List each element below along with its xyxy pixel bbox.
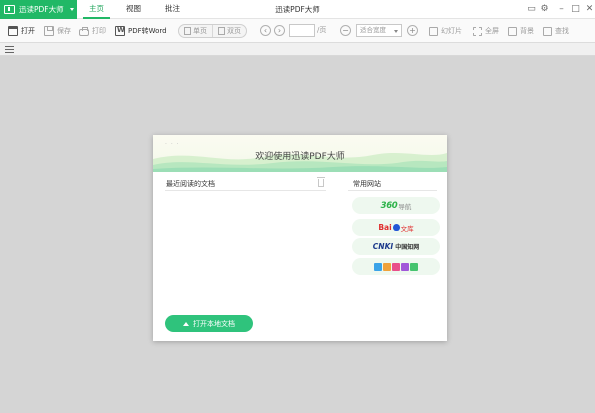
slideshow-label: 幻灯片 [441, 27, 462, 35]
recent-docs-label: 最近阅读的文档 [166, 180, 215, 188]
site-baidu-suffix: 文库 [400, 224, 414, 233]
find-button[interactable]: 查找 [543, 24, 569, 38]
app-logo-icon [4, 5, 15, 14]
open-local-label: 打开本地文档 [193, 319, 235, 328]
app-menu-button[interactable]: 迅读PDF大师 [0, 0, 77, 19]
trash-icon[interactable] [317, 177, 325, 187]
pdf-to-word-label: PDF转Word [128, 27, 167, 35]
divider [348, 190, 437, 191]
double-page-label: 双页 [227, 27, 241, 35]
open-label: 打开 [21, 27, 35, 35]
sidebar-strip [0, 43, 595, 56]
fullscreen-label: 全屏 [485, 27, 499, 35]
save-label: 保存 [57, 27, 71, 35]
tab-view[interactable]: 视图 [120, 0, 147, 19]
folder-open-icon [8, 26, 18, 36]
site-baidu-wenku[interactable]: Bai 文库 [352, 219, 440, 236]
chevron-down-icon [70, 8, 74, 11]
search-icon [543, 26, 552, 36]
double-page-button[interactable]: 双页 [212, 25, 246, 37]
menu-icon[interactable] [5, 46, 14, 53]
page-mode-group: 单页 双页 [178, 24, 247, 38]
minimize-icon[interactable]: – [557, 5, 566, 14]
print-label: 打印 [92, 27, 106, 35]
save-button[interactable]: 保存 [44, 24, 71, 38]
site-cnki-brand: CNKI [372, 242, 394, 251]
page-total: /页 [317, 26, 327, 34]
word-icon [115, 26, 125, 36]
toolbar: 打开 保存 打印 PDF转Word 单页 双页 ‹ › /页 − 适合宽度 + … [0, 19, 595, 43]
close-icon[interactable]: ✕ [585, 5, 594, 14]
site-cnki-suffix: 中国知网 [395, 244, 420, 251]
welcome-header: · · · 欢迎使用迅读PDF大师 [153, 135, 447, 172]
zoom-out-button[interactable]: − [340, 25, 351, 36]
next-page-button[interactable]: › [274, 25, 285, 36]
site-360-suffix: 导航 [398, 202, 412, 211]
site-tiles[interactable] [352, 258, 440, 275]
fullscreen-icon [473, 26, 482, 36]
common-sites-label: 常用网站 [353, 180, 381, 188]
single-page-icon [184, 27, 191, 35]
page-number-input[interactable] [289, 24, 315, 37]
tab-home[interactable]: 主页 [83, 0, 110, 19]
title-bar: 迅读PDF大师 主页 视图 批注 迅读PDF大师 ▭ ⚙ – □ ✕ [0, 0, 595, 19]
printer-icon [79, 26, 89, 36]
pdf-to-word-button[interactable]: PDF转Word [115, 24, 167, 38]
single-page-button[interactable]: 单页 [179, 25, 212, 37]
gear-icon[interactable]: ⚙ [540, 5, 549, 14]
background-label: 背景 [520, 27, 534, 35]
background-button[interactable]: 背景 [508, 24, 534, 38]
welcome-dialog: · · · 欢迎使用迅读PDF大师 最近阅读的文档 常用网站 360 导航 Ba… [153, 135, 447, 341]
background-icon [508, 26, 517, 36]
slideshow-icon [429, 26, 438, 36]
site-cnki[interactable]: CNKI 中国知网 [352, 238, 440, 255]
site-360-nav[interactable]: 360 导航 [352, 197, 440, 214]
print-button[interactable]: 打印 [79, 24, 106, 38]
slideshow-button[interactable]: 幻灯片 [429, 24, 462, 38]
zoom-in-button[interactable]: + [407, 25, 418, 36]
feedback-icon[interactable]: ▭ [527, 5, 536, 14]
open-button[interactable]: 打开 [8, 24, 35, 38]
zoom-select[interactable]: 适合宽度 [356, 24, 402, 37]
fullscreen-button[interactable]: 全屏 [473, 24, 499, 38]
app-name: 迅读PDF大师 [19, 5, 64, 14]
save-icon [44, 26, 54, 36]
baidu-paw-icon [392, 224, 400, 231]
open-local-document-button[interactable]: 打开本地文档 [165, 315, 253, 332]
divider [165, 190, 326, 191]
site-baidu-brand: Bai [378, 223, 392, 232]
header-dots: · · · [165, 141, 180, 148]
prev-page-button[interactable]: ‹ [260, 25, 271, 36]
maximize-icon[interactable]: □ [571, 5, 580, 14]
tab-annotate[interactable]: 批注 [159, 0, 186, 19]
colorful-tiles-icon [374, 262, 418, 271]
welcome-title: 欢迎使用迅读PDF大师 [255, 152, 345, 162]
double-page-icon [218, 27, 225, 35]
site-360-brand: 360 [380, 200, 398, 211]
upload-icon [183, 321, 189, 326]
single-page-label: 单页 [193, 27, 207, 35]
find-label: 查找 [555, 27, 569, 35]
